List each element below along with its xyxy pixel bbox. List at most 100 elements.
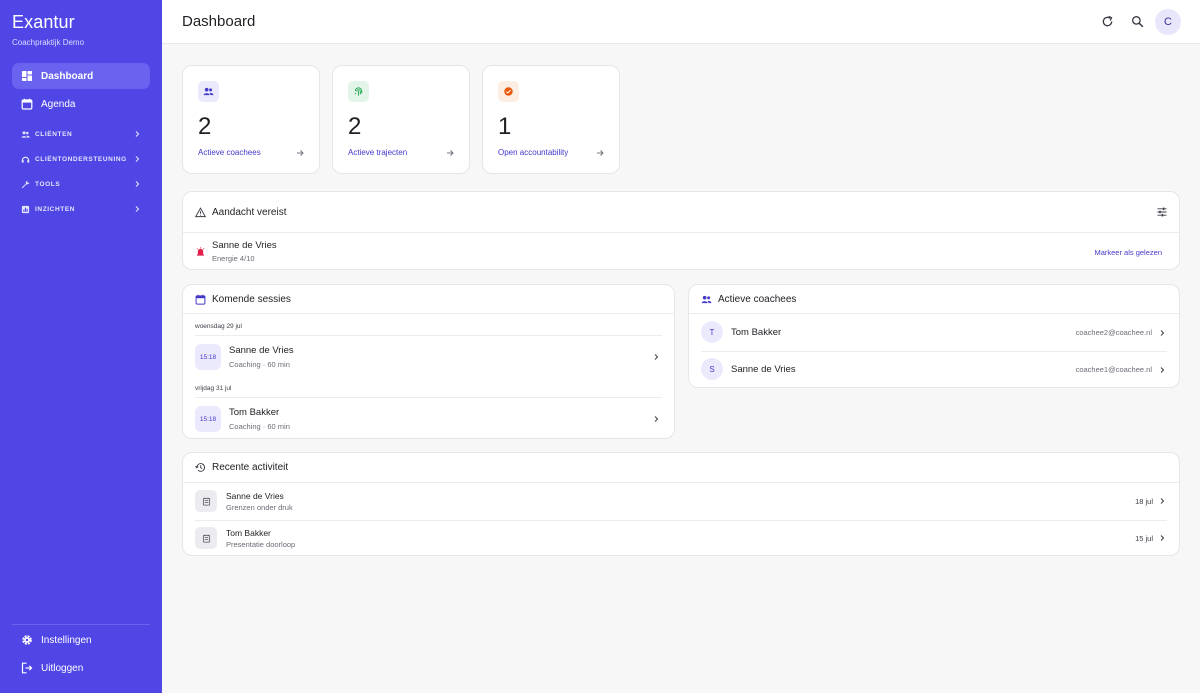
panel-title: Komende sessies (212, 293, 291, 305)
people-icon (701, 294, 712, 305)
sidebar-section-clienten[interactable]: CLIËNTEN (12, 124, 150, 144)
attention-detail: Energie 4/10 (212, 254, 255, 263)
sidebar-divider (12, 624, 150, 625)
alarm-icon (196, 247, 205, 256)
sidebar-item-label: Agenda (41, 98, 76, 110)
section-label: TOOLS (35, 180, 61, 188)
attention-item[interactable]: Sanne de Vries Energie 4/10 Markeer als … (183, 233, 1179, 269)
coachee-name: Sanne de Vries (731, 364, 796, 375)
sidebar-item-dashboard[interactable]: Dashboard (12, 63, 150, 89)
logout-icon (21, 662, 33, 674)
panel-title: Aandacht vereist (212, 206, 287, 218)
stat-value: 1 (498, 113, 512, 140)
activity-panel: Recente activiteit Sanne de Vries Grenze… (182, 452, 1180, 556)
arrow-right-icon (446, 149, 454, 157)
chevron-right-icon (133, 130, 141, 138)
people-icon (21, 130, 30, 139)
insights-icon (21, 205, 30, 214)
arrow-right-icon (296, 149, 304, 157)
history-icon (195, 462, 206, 473)
panel-header: Actieve coachees (689, 285, 1179, 314)
activity-detail: Grenzen onder druk (226, 503, 293, 512)
chevron-right-icon (652, 353, 660, 361)
sidebar-item-instellingen[interactable]: Instellingen (12, 627, 150, 653)
sidebar-section-tools[interactable]: TOOLS (12, 174, 150, 194)
sidebar: Exantur Coachpraktijk Demo Dashboard Age… (0, 0, 162, 693)
stat-label: Actieve coachees (198, 148, 261, 157)
note-icon (195, 490, 217, 512)
coachee-email: coachee1@coachee.nl (1075, 365, 1152, 374)
activity-date: 18 jul (1135, 497, 1153, 506)
panel-header: Recente activiteit (183, 453, 1179, 483)
session-name: Tom Bakker (229, 407, 280, 418)
session-date: vrijdag 31 jul (195, 385, 232, 392)
sidebar-section-clientondersteuning[interactable]: CLIËNTONDERSTEUNING (12, 149, 150, 169)
panel-header: Aandacht vereist (183, 192, 1179, 233)
sidebar-item-agenda[interactable]: Agenda (12, 91, 150, 117)
fingerprint-icon (348, 81, 369, 102)
sidebar-section-inzichten[interactable]: INZICHTEN (12, 199, 150, 219)
stat-card-actieve-coachees[interactable]: 2 Actieve coachees (182, 65, 320, 174)
stat-card-open-accountability[interactable]: 1 Open accountability (482, 65, 620, 174)
session-name: Sanne de Vries (229, 345, 294, 356)
avatar: S (701, 358, 723, 380)
tune-icon (1157, 207, 1167, 217)
dashboard-icon (21, 70, 33, 82)
calendar-icon (21, 98, 33, 110)
search-icon (1131, 15, 1144, 28)
user-avatar[interactable]: C (1155, 9, 1181, 35)
calendar-icon (195, 294, 206, 305)
activity-date: 15 jul (1135, 534, 1153, 543)
stat-card-actieve-trajecten[interactable]: 2 Actieve trajecten (332, 65, 470, 174)
section-label: CLIËNTEN (35, 130, 73, 138)
panel-title: Recente activiteit (212, 462, 289, 473)
avatar: T (701, 321, 723, 343)
activity-row[interactable]: Sanne de Vries Grenzen onder druk 18 jul (183, 484, 1179, 520)
activity-detail: Presentatie doorloop (226, 540, 296, 549)
top-header: Dashboard C (162, 0, 1200, 44)
mark-read-button[interactable]: Markeer als gelezen (1094, 248, 1162, 257)
sidebar-item-uitloggen[interactable]: Uitloggen (12, 655, 150, 681)
note-icon (195, 527, 217, 549)
stat-label: Open accountability (498, 148, 569, 157)
refresh-icon (1101, 15, 1114, 28)
activity-name: Sanne de Vries (226, 491, 284, 501)
stat-value: 2 (198, 113, 212, 140)
warning-icon (195, 206, 206, 218)
session-row[interactable]: 15:18 Tom Bakker Coaching · 60 min (183, 398, 674, 438)
activity-row[interactable]: Tom Bakker Presentatie doorloop 15 jul (183, 521, 1179, 555)
gear-icon (21, 634, 33, 646)
activity-name: Tom Bakker (226, 528, 271, 538)
attention-name: Sanne de Vries (212, 240, 277, 251)
sidebar-item-label: Dashboard (41, 70, 94, 82)
session-time: 15:18 (195, 406, 221, 432)
session-time: 15:18 (195, 344, 221, 370)
panel-title: Actieve coachees (718, 293, 797, 305)
chevron-right-icon (133, 180, 141, 188)
arrow-right-icon (596, 149, 604, 157)
session-row[interactable]: 15:18 Sanne de Vries Coaching · 60 min (183, 336, 674, 382)
chevron-right-icon (1158, 497, 1166, 505)
support-icon (21, 155, 30, 164)
tune-button[interactable] (1157, 207, 1167, 217)
sidebar-item-label: Instellingen (41, 634, 92, 646)
sidebar-item-label: Uitloggen (41, 662, 84, 674)
chevron-right-icon (133, 155, 141, 163)
wrench-icon (21, 180, 30, 189)
coachee-row[interactable]: T Tom Bakker coachee2@coachee.nl (689, 314, 1179, 351)
section-label: CLIËNTONDERSTEUNING (35, 155, 127, 163)
coachee-name: Tom Bakker (731, 327, 782, 338)
people-icon (198, 81, 219, 102)
coachee-row[interactable]: S Sanne de Vries coachee1@coachee.nl (689, 352, 1179, 387)
page-title: Dashboard (182, 13, 256, 30)
coachee-email: coachee2@coachee.nl (1075, 328, 1152, 337)
chevron-right-icon (133, 205, 141, 213)
coachees-panel: Actieve coachees T Tom Bakker coachee2@c… (688, 284, 1180, 388)
refresh-button[interactable] (1098, 12, 1116, 30)
attention-panel: Aandacht vereist Sanne de Vries Energie … (182, 191, 1180, 270)
chevron-right-icon (1158, 534, 1166, 542)
chevron-right-icon (652, 415, 660, 423)
search-button[interactable] (1128, 12, 1146, 30)
session-date: woensdag 29 jul (195, 323, 242, 330)
stat-value: 2 (348, 113, 362, 140)
